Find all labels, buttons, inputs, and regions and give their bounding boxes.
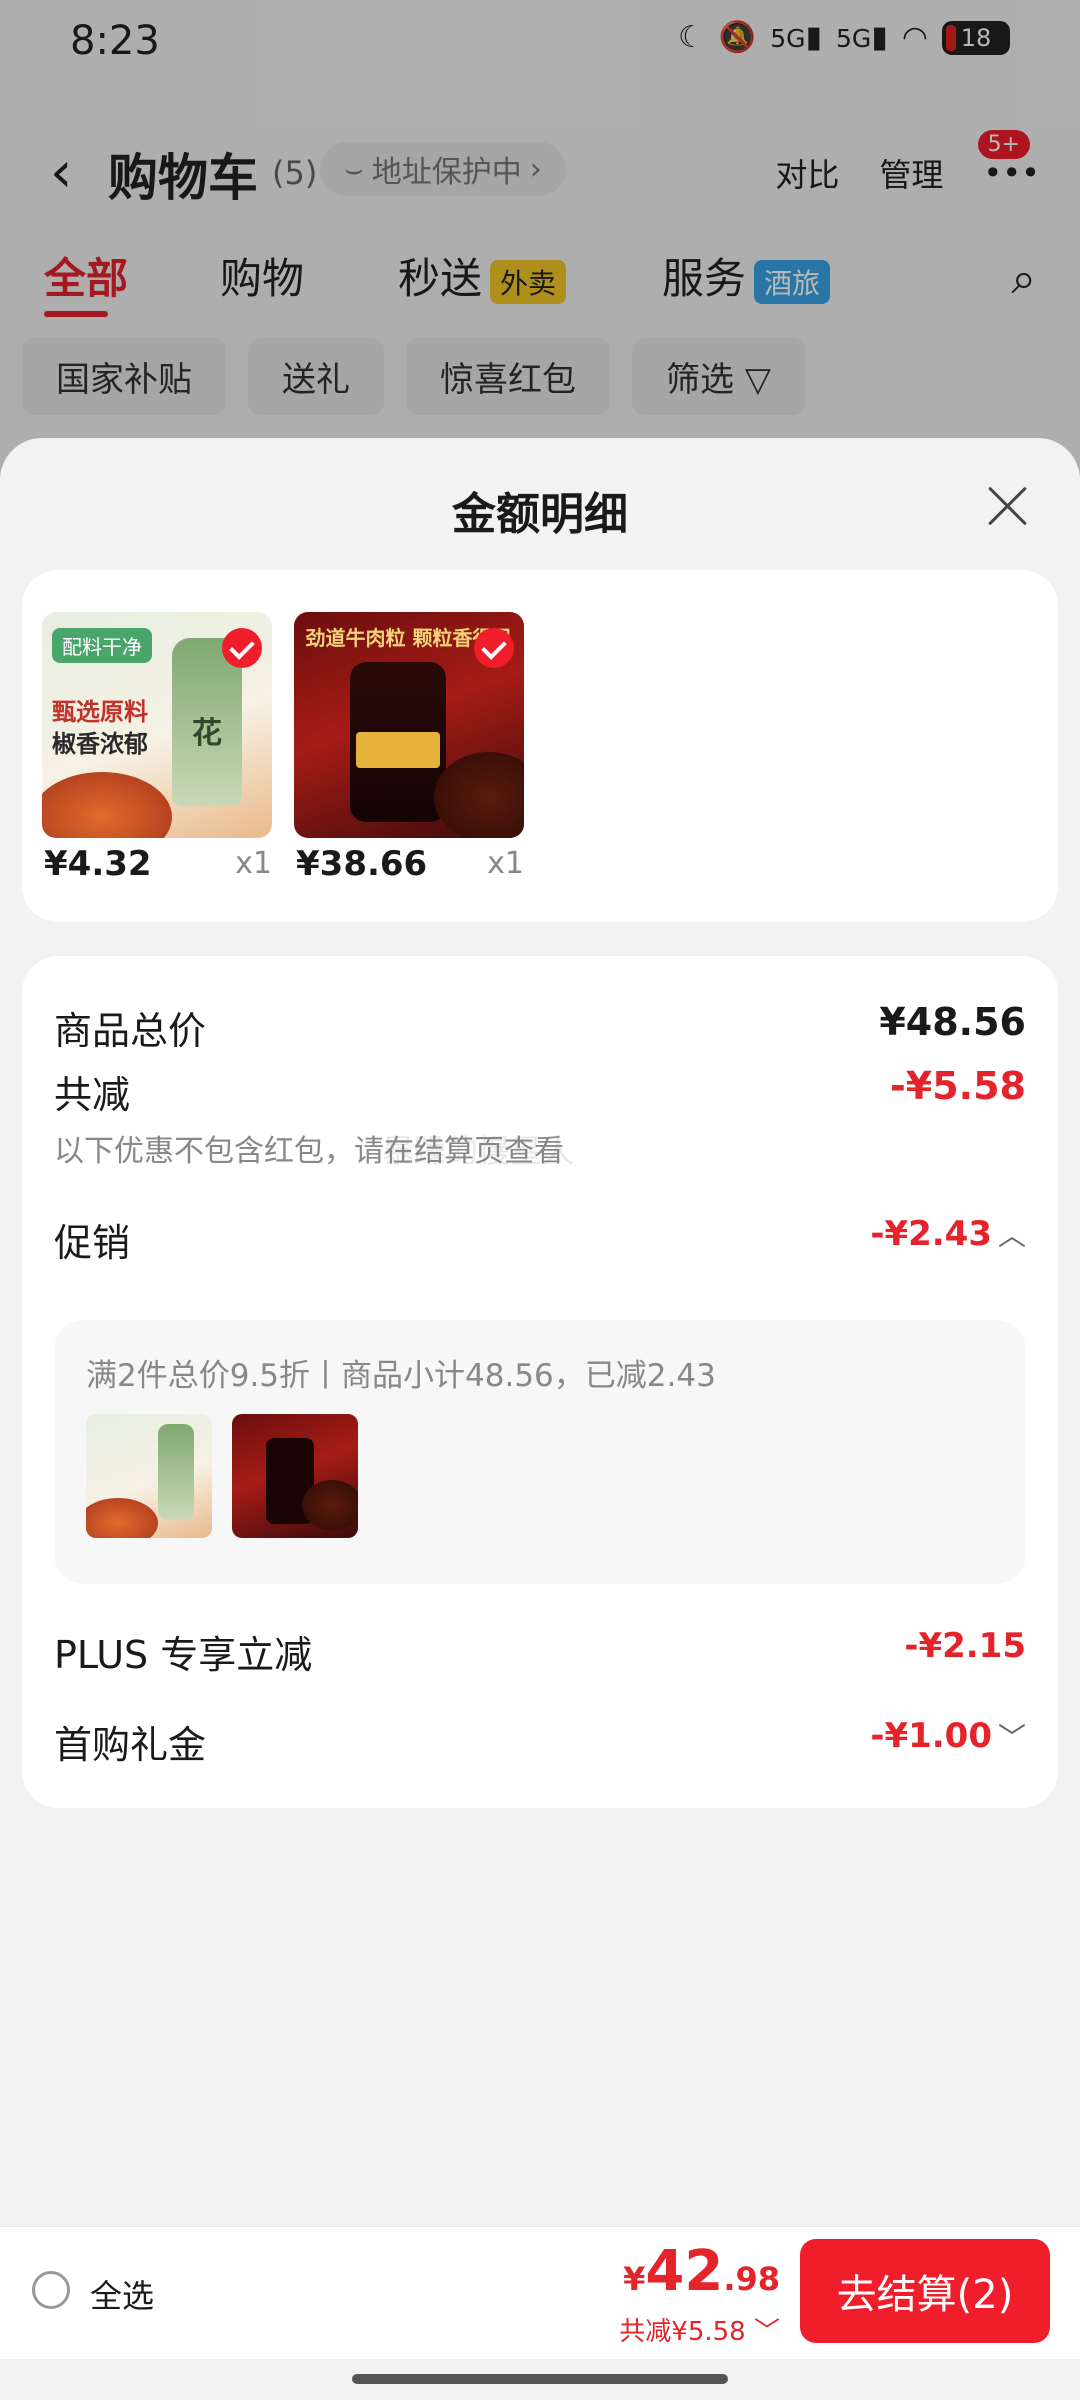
home-indicator <box>352 2374 728 2384</box>
dish-graphic <box>86 1498 158 1538</box>
plus-discount-value: -¥2.15 <box>904 1626 1026 1666</box>
product-image-subheadline: 椒香浓郁 <box>52 730 148 758</box>
total-integer: 42 <box>645 2239 724 2304</box>
chevron-down-icon: ﹀ <box>997 1721 1026 1754</box>
beef-graphic <box>302 1480 358 1530</box>
checkmark-icon[interactable] <box>222 628 262 668</box>
product-item[interactable]: 劲道牛肉粒 颗粒香得见 ¥38.66 x1 <box>294 612 524 884</box>
selected-products-card: 配料干净 甄选原料 椒香浓郁 花 ¥4.32 x1 劲道牛肉粒 颗粒香得见 ¥3… <box>22 570 1058 922</box>
checkmark-icon[interactable] <box>474 628 514 668</box>
promo-detail-box: 满2件总价9.5折丨商品小计48.56，已减2.43 <box>54 1320 1026 1584</box>
chevron-up-icon: ︿ <box>997 1219 1026 1252</box>
subtotal-label: 商品总价 <box>54 1009 207 1053</box>
promo-detail-text: 满2件总价9.5折丨商品小计48.56，已减2.43 <box>86 1358 716 1394</box>
beef-graphic <box>434 752 524 838</box>
product-image[interactable]: 劲道牛肉粒 颗粒香得见 <box>294 612 524 838</box>
promo-label: 促销 <box>54 1221 131 1265</box>
jar-graphic <box>158 1424 194 1520</box>
select-all-label[interactable]: 全选 <box>90 2271 154 2317</box>
first-purchase-value: -¥1.00 <box>870 1716 992 1756</box>
product-quantity: x1 <box>487 846 524 881</box>
chevron-down-icon: ﹀ <box>753 2317 780 2347</box>
discount-label: 共减 <box>54 1073 131 1117</box>
checkout-button[interactable]: 去结算(2) <box>800 2239 1050 2343</box>
select-all-radio[interactable] <box>32 2271 70 2309</box>
total-price: ¥42.98 <box>623 2239 780 2304</box>
product-image-headline: 甄选原料 <box>52 698 148 726</box>
plus-discount-label: PLUS 专享立减 <box>54 1633 313 1677</box>
saved-amount-toggle[interactable]: 共减¥5.58 ﹀ <box>619 2311 780 2348</box>
product-quantity: x1 <box>235 846 272 881</box>
saved-amount: 共减¥5.58 <box>619 2317 746 2347</box>
product-price: ¥4.32 <box>44 844 152 884</box>
promo-product-thumbnail[interactable] <box>232 1414 358 1538</box>
product-item[interactable]: 配料干净 甄选原料 椒香浓郁 花 ¥4.32 x1 <box>42 612 272 884</box>
promo-product-thumbnail[interactable] <box>86 1414 212 1538</box>
promo-toggle[interactable]: -¥2.43 ︿ <box>870 1214 1026 1254</box>
first-purchase-toggle[interactable]: -¥1.00 ﹀ <box>870 1716 1026 1756</box>
discount-note: 以下优惠不包含红包，请在结算页查看 <box>54 1134 564 1169</box>
subtotal-value: ¥48.56 <box>879 1000 1026 1044</box>
currency-symbol: ¥ <box>623 2260 646 2298</box>
amount-detail-sheet: 金额明细 配料干净 甄选原料 椒香浓郁 花 ¥4.32 x1 劲道牛肉粒 颗粒香… <box>0 438 1080 2400</box>
product-price: ¥38.66 <box>296 844 428 884</box>
product-image[interactable]: 配料干净 甄选原料 椒香浓郁 花 <box>42 612 272 838</box>
promo-value: -¥2.43 <box>870 1214 992 1254</box>
checkout-bar: 全选 ¥42.98 共减¥5.58 ﹀ 去结算(2) <box>0 2226 1080 2359</box>
sheet-title: 金额明细 <box>452 489 628 540</box>
discount-value: -¥5.58 <box>890 1064 1026 1108</box>
first-purchase-label: 首购礼金 <box>54 1723 207 1767</box>
product-image-badge: 配料干净 <box>52 628 152 663</box>
dish-graphic <box>42 772 172 838</box>
jar-label-graphic <box>356 732 440 768</box>
close-icon[interactable] <box>976 474 1040 538</box>
price-detail-card: 商品总价 ¥48.56 共减 -¥5.58 暴躁的慢星人 以下优惠不包含红包，请… <box>22 956 1058 1808</box>
total-decimal: .98 <box>723 2260 780 2298</box>
jar-label-text: 花 <box>192 716 222 751</box>
